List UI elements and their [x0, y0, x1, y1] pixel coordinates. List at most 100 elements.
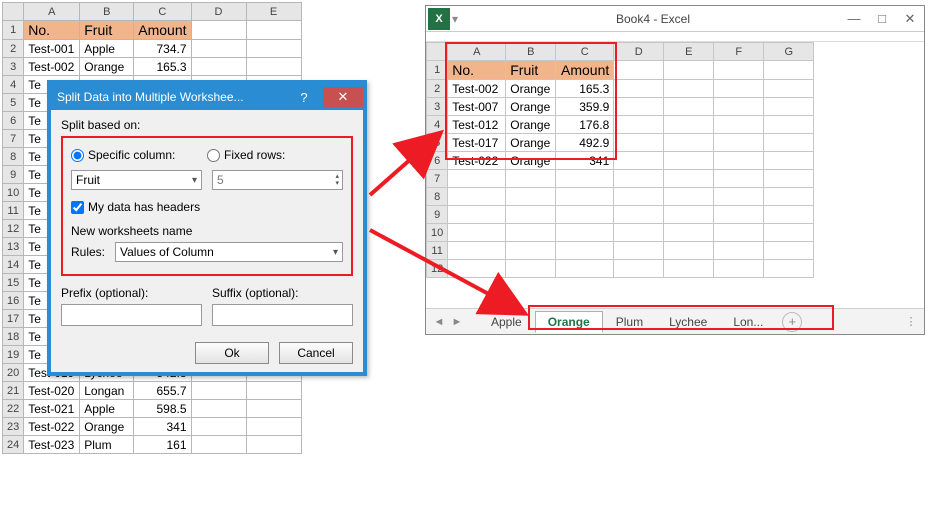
cell[interactable] — [246, 436, 301, 454]
radio-specific-column[interactable]: Specific column: — [71, 148, 207, 162]
has-headers-checkbox[interactable]: My data has headers — [71, 200, 343, 214]
cell[interactable]: 655.7 — [134, 382, 191, 400]
cell[interactable] — [506, 206, 556, 224]
result-col-B[interactable]: B — [506, 43, 556, 61]
row-header[interactable]: 6 — [3, 112, 24, 130]
cell[interactable] — [664, 116, 714, 134]
cell[interactable]: No. — [448, 61, 506, 80]
result-col-E[interactable]: E — [664, 43, 714, 61]
cell[interactable]: Plum — [80, 436, 134, 454]
cell[interactable] — [764, 152, 814, 170]
radio-fixed-rows-input[interactable] — [207, 149, 220, 162]
cell[interactable] — [714, 61, 764, 80]
cell[interactable] — [764, 134, 814, 152]
cell[interactable] — [714, 98, 764, 116]
cell[interactable] — [664, 61, 714, 80]
cell[interactable] — [614, 80, 664, 98]
cell[interactable] — [506, 260, 556, 278]
row-header[interactable]: 20 — [3, 364, 24, 382]
window-titlebar[interactable]: X ▾ Book4 - Excel — □ ✕ — [426, 6, 924, 32]
result-col-D[interactable]: D — [614, 43, 664, 61]
result-col-G[interactable]: G — [764, 43, 814, 61]
cell[interactable]: Test-002 — [24, 58, 80, 76]
cancel-button[interactable]: Cancel — [279, 342, 353, 364]
row-header[interactable]: 10 — [3, 184, 24, 202]
cell[interactable]: 341 — [134, 418, 191, 436]
cell[interactable] — [714, 80, 764, 98]
cell[interactable]: Orange — [80, 418, 134, 436]
cell[interactable] — [448, 224, 506, 242]
cell[interactable] — [556, 224, 614, 242]
cell[interactable]: Apple — [80, 400, 134, 418]
col-header-B[interactable]: B — [80, 3, 134, 21]
radio-specific-column-input[interactable] — [71, 149, 84, 162]
result-worksheet[interactable]: A B C D E F G 1No.FruitAmount2Test-002Or… — [426, 42, 814, 278]
dialog-titlebar[interactable]: Split Data into Multiple Workshee... ? ✕ — [51, 84, 363, 110]
cell[interactable]: 734.7 — [134, 40, 191, 58]
row-header[interactable]: 6 — [427, 152, 448, 170]
row-header[interactable]: 4 — [427, 116, 448, 134]
cell[interactable] — [556, 170, 614, 188]
cell[interactable] — [191, 58, 246, 76]
cell[interactable]: Orange — [506, 134, 556, 152]
cell[interactable] — [764, 98, 814, 116]
select-all-triangle[interactable] — [3, 3, 24, 21]
col-header-D[interactable]: D — [191, 3, 246, 21]
cell[interactable] — [764, 188, 814, 206]
cell[interactable]: 492.9 — [556, 134, 614, 152]
cell[interactable] — [506, 188, 556, 206]
cell[interactable] — [664, 206, 714, 224]
cell[interactable] — [614, 170, 664, 188]
cell[interactable]: 165.3 — [134, 58, 191, 76]
cell[interactable] — [556, 242, 614, 260]
row-header[interactable]: 4 — [3, 76, 24, 94]
row-header[interactable]: 8 — [3, 148, 24, 166]
cell[interactable] — [764, 206, 814, 224]
row-header[interactable]: 12 — [3, 220, 24, 238]
cell[interactable] — [764, 61, 814, 80]
cell[interactable] — [614, 224, 664, 242]
result-col-C[interactable]: C — [556, 43, 614, 61]
minimize-button[interactable]: — — [840, 11, 868, 26]
cell[interactable]: Test-023 — [24, 436, 80, 454]
cell[interactable] — [714, 206, 764, 224]
cell[interactable] — [191, 436, 246, 454]
sheet-tab-apple[interactable]: Apple — [478, 311, 535, 333]
cell[interactable] — [448, 206, 506, 224]
result-col-A[interactable]: A — [448, 43, 506, 61]
cell[interactable]: 176.8 — [556, 116, 614, 134]
result-col-F[interactable]: F — [714, 43, 764, 61]
cell[interactable] — [714, 260, 764, 278]
cell[interactable] — [714, 116, 764, 134]
cell[interactable]: Orange — [506, 80, 556, 98]
cell[interactable]: Test-001 — [24, 40, 80, 58]
ribbon-collapsed[interactable] — [426, 32, 924, 42]
cell[interactable] — [614, 98, 664, 116]
cell[interactable]: Apple — [80, 40, 134, 58]
help-button[interactable]: ? — [287, 87, 321, 107]
cell[interactable] — [614, 134, 664, 152]
cell[interactable]: No. — [24, 21, 80, 40]
cell[interactable] — [764, 242, 814, 260]
cell[interactable] — [246, 400, 301, 418]
cell[interactable] — [664, 188, 714, 206]
cell[interactable]: Test-017 — [448, 134, 506, 152]
cell[interactable] — [448, 170, 506, 188]
cell[interactable] — [556, 260, 614, 278]
cell[interactable] — [664, 242, 714, 260]
cell[interactable] — [764, 260, 814, 278]
cell[interactable] — [614, 260, 664, 278]
cell[interactable] — [714, 224, 764, 242]
window-close-button[interactable]: ✕ — [896, 11, 924, 27]
cell[interactable]: Fruit — [506, 61, 556, 80]
cell[interactable] — [664, 170, 714, 188]
sheet-tab-plum[interactable]: Plum — [603, 311, 656, 333]
column-select[interactable]: Fruit — [71, 170, 202, 190]
cell[interactable]: Test-007 — [448, 98, 506, 116]
row-header[interactable]: 12 — [427, 260, 448, 278]
row-header[interactable]: 23 — [3, 418, 24, 436]
row-header[interactable]: 18 — [3, 328, 24, 346]
new-sheet-button[interactable]: + — [782, 312, 802, 332]
cell[interactable]: 161 — [134, 436, 191, 454]
row-header[interactable]: 11 — [427, 242, 448, 260]
